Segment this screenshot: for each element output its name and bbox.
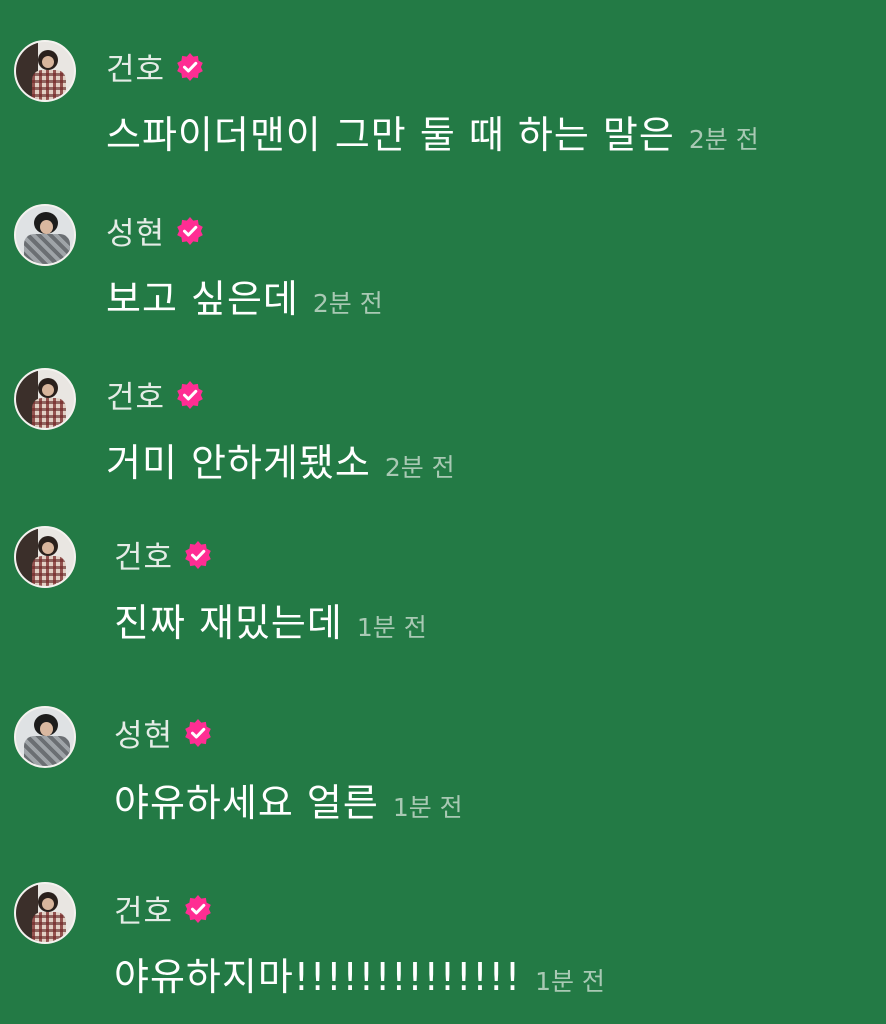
user-avatar[interactable] [14, 706, 76, 768]
chat-message: 성현 야유하세요 얼른 1분 전 [0, 666, 886, 825]
verified-badge-icon [175, 52, 205, 82]
message-text: 야유하세요 얼른 [114, 781, 379, 825]
message-text: 야유하지마!!!!!!!!!!!!!! [114, 955, 522, 999]
message-timestamp: 2분 전 [312, 289, 383, 318]
verified-badge-icon [175, 380, 205, 410]
chat-message: 건호 스파이더맨이 그만 둘 때 하는 말은 2분 전 [0, 0, 886, 157]
verified-badge-icon [183, 894, 213, 924]
chat-message: 건호 진짜 재밌는데 1분 전 [0, 488, 886, 645]
message-text: 거미 안하게됐소 [106, 441, 371, 485]
username[interactable]: 건호 [106, 372, 165, 417]
user-avatar[interactable] [14, 882, 76, 944]
message-text: 보고 싶은데 [106, 277, 299, 321]
message-timestamp: 1분 전 [392, 793, 463, 822]
verified-badge-icon [183, 718, 213, 748]
username[interactable]: 성현 [114, 710, 173, 755]
message-text: 스파이더맨이 그만 둘 때 하는 말은 [106, 113, 675, 157]
message-timestamp: 1분 전 [356, 613, 427, 642]
username[interactable]: 성현 [106, 208, 165, 253]
chat-log: 건호 스파이더맨이 그만 둘 때 하는 말은 2분 전 성현 보고 싶은데 2분… [0, 0, 886, 1024]
message-timestamp: 2분 전 [384, 453, 455, 482]
username[interactable]: 건호 [114, 886, 173, 931]
user-avatar[interactable] [14, 204, 76, 266]
user-avatar[interactable] [14, 368, 76, 430]
chat-message: 성현 보고 싶은데 2분 전 [0, 162, 886, 321]
message-timestamp: 1분 전 [535, 967, 605, 996]
user-avatar[interactable] [14, 40, 76, 102]
user-avatar[interactable] [14, 526, 76, 588]
chat-message: 건호 야유하지마!!!!!!!!!!!!!! 1분 전 [0, 842, 886, 999]
username[interactable]: 건호 [106, 44, 165, 89]
message-text: 진짜 재밌는데 [114, 601, 343, 645]
verified-badge-icon [175, 216, 205, 246]
message-timestamp: 2분 전 [688, 125, 759, 154]
username[interactable]: 건호 [114, 532, 173, 577]
verified-badge-icon [183, 540, 213, 570]
chat-message: 건호 거미 안하게됐소 2분 전 [0, 328, 886, 485]
